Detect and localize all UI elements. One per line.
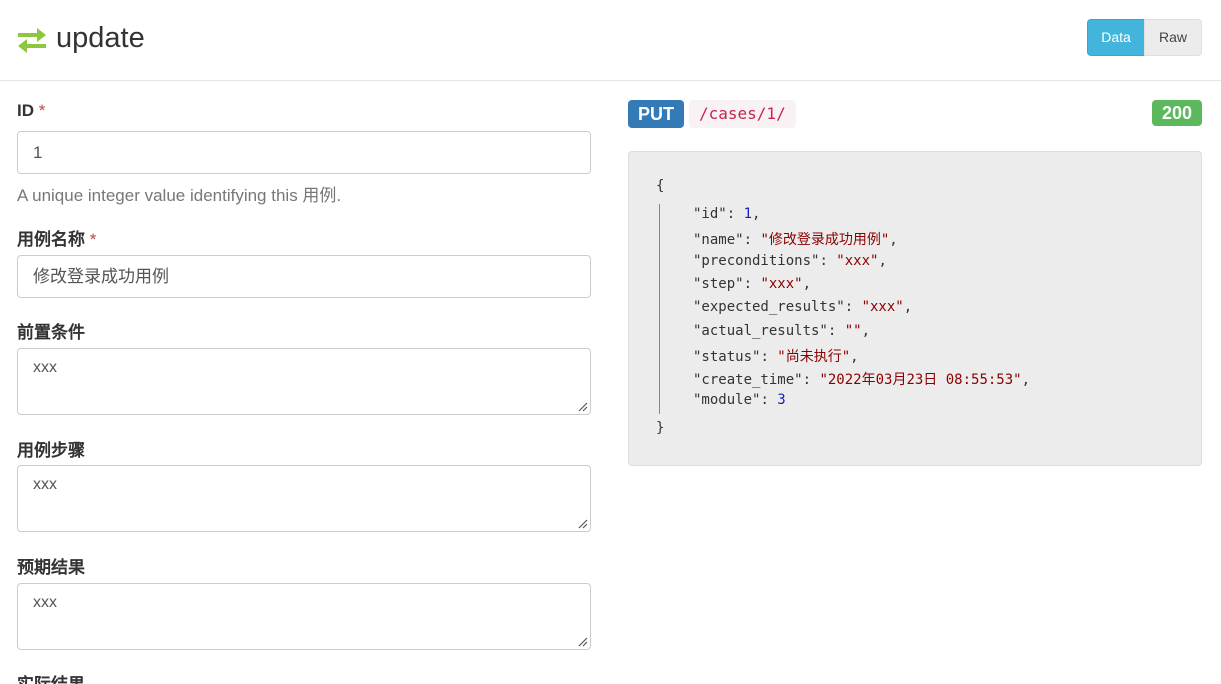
json-value: "xxx"	[760, 275, 803, 292]
name-label: 用例名称 *	[17, 225, 96, 250]
json-key: "module"	[693, 392, 761, 409]
json-value: 1	[743, 206, 753, 222]
json-value: ""	[844, 322, 862, 339]
json-key: "create_time"	[693, 372, 803, 389]
json-key: "actual_results"	[693, 322, 828, 339]
json-key: "id"	[693, 206, 727, 222]
json-line: "name": "修改登录成功用例",	[693, 229, 898, 249]
json-colon: :	[743, 232, 761, 249]
json-key: "expected_results"	[693, 299, 845, 316]
json-colon: :	[760, 348, 778, 365]
http-method-badge: PUT	[628, 100, 684, 128]
data-view-button[interactable]: Data	[1087, 19, 1145, 56]
json-comma: ,	[850, 348, 859, 365]
id-input[interactable]: 1	[17, 131, 591, 174]
step-label: 用例步骤	[17, 441, 85, 460]
json-colon: :	[827, 322, 845, 339]
json-value: "xxx"	[836, 252, 879, 269]
json-key: "status"	[693, 348, 761, 365]
resize-grip-icon[interactable]	[578, 637, 588, 647]
json-comma: ,	[889, 232, 898, 249]
required-mark: *	[38, 101, 46, 120]
json-line: "module": 3	[693, 392, 786, 408]
id-label-text: ID	[17, 101, 34, 120]
name-input[interactable]: 修改登录成功用例	[17, 255, 591, 298]
json-comma: ,	[861, 322, 871, 339]
json-value: "2022年03月23日 08:55:53"	[819, 372, 1022, 389]
json-colon: :	[743, 275, 761, 292]
json-comma: ,	[802, 275, 812, 292]
json-value: "xxx"	[861, 299, 904, 316]
json-comma: ,	[878, 252, 887, 269]
json-line: "step": "xxx",	[693, 276, 811, 292]
json-value: 3	[777, 392, 786, 409]
page-header: update Data Raw	[0, 0, 1221, 81]
json-key: "name"	[693, 232, 744, 249]
indent-guide	[659, 204, 660, 414]
id-label: ID *	[17, 101, 45, 121]
expected-results-label: 预期结果	[17, 558, 85, 577]
json-open-brace: {	[656, 178, 665, 194]
json-line: "actual_results": "",	[693, 323, 870, 339]
json-line: "id": 1,	[693, 206, 760, 222]
json-colon: :	[760, 392, 778, 409]
id-help-text: A unique integer value identifying this …	[17, 186, 342, 205]
json-comma: ,	[752, 206, 761, 222]
request-path: /cases/1/	[689, 100, 796, 128]
json-colon: :	[844, 299, 862, 316]
json-line: "preconditions": "xxx",	[693, 253, 887, 269]
json-colon: :	[726, 206, 744, 222]
json-line: "status": "尚未执行",	[693, 346, 859, 366]
actual-results-label: 实际结果	[17, 670, 85, 684]
json-line: "expected_results": "xxx",	[693, 299, 912, 315]
required-mark: *	[89, 230, 97, 249]
exchange-arrows-icon	[18, 28, 46, 53]
expected-results-value: xxx	[33, 594, 57, 611]
json-value: "修改登录成功用例"	[760, 232, 890, 249]
resize-grip-icon[interactable]	[578, 402, 588, 412]
step-value: xxx	[33, 476, 57, 493]
name-label-text: 用例名称	[17, 230, 85, 249]
status-code-badge: 200	[1152, 100, 1202, 126]
json-line: "create_time": "2022年03月23日 08:55:53",	[693, 369, 1030, 389]
json-close-brace: }	[656, 420, 665, 436]
json-value: "尚未执行"	[777, 348, 851, 365]
preconditions-value: xxx	[33, 359, 57, 376]
response-body: { "id": 1, "name": "修改登录成功用例", "preconditi…	[628, 151, 1202, 466]
raw-view-button[interactable]: Raw	[1144, 19, 1202, 56]
preconditions-textarea[interactable]: xxx	[17, 348, 591, 415]
json-colon: :	[802, 372, 820, 389]
step-textarea[interactable]: xxx	[17, 465, 591, 532]
expected-results-textarea[interactable]: xxx	[17, 583, 591, 650]
page-title: update	[56, 22, 145, 54]
json-colon: :	[819, 252, 837, 269]
json-comma: ,	[903, 299, 913, 316]
json-comma: ,	[1021, 372, 1031, 389]
json-key: "step"	[693, 275, 744, 292]
resize-grip-icon[interactable]	[578, 519, 588, 529]
preconditions-label: 前置条件	[17, 323, 85, 342]
json-key: "preconditions"	[693, 252, 820, 269]
